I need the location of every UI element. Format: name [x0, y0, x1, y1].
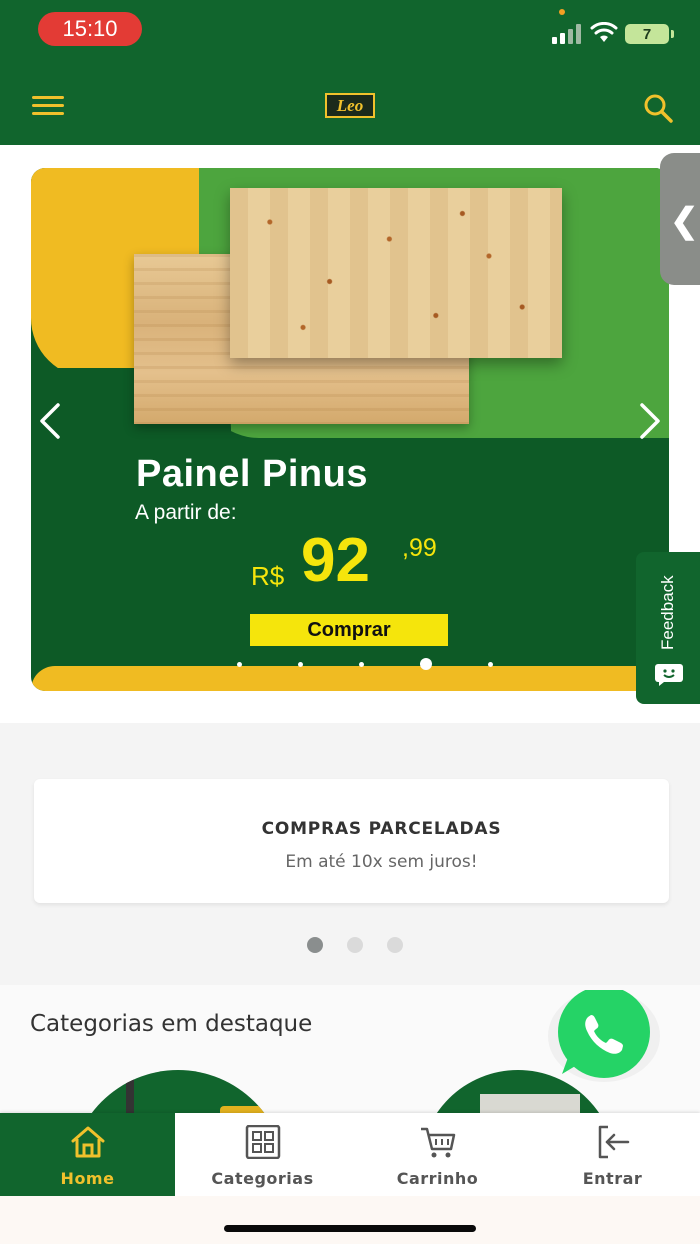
nav-home[interactable]: Home [0, 1113, 175, 1196]
feedback-label: Feedback [658, 575, 677, 651]
banner-dot-active[interactable] [420, 658, 432, 670]
banner-dot[interactable] [298, 662, 303, 667]
nav-categorias[interactable]: Categorias [175, 1113, 350, 1196]
cart-icon [420, 1127, 455, 1158]
leo-logo[interactable]: Leo [325, 93, 375, 118]
promo-dot[interactable] [387, 937, 403, 953]
home-indicator-area [0, 1196, 700, 1244]
promo-title: COMPRAS PARCELADAS [261, 819, 502, 839]
installments-promo-card[interactable]: COMPRAS PARCELADAS Em até 10x sem juros! [34, 779, 669, 903]
grid-icon [245, 1125, 280, 1159]
banner-dot[interactable] [237, 662, 242, 667]
home-indicator-bar[interactable] [224, 1225, 476, 1232]
banner-title: Painel Pinus [136, 453, 368, 495]
battery-indicator: 7 [625, 24, 674, 44]
whatsapp-icon[interactable] [548, 990, 660, 1082]
feedback-smile-icon [655, 664, 683, 686]
app-header: 15:10 7 Leo [0, 0, 700, 145]
wifi-icon [590, 22, 618, 42]
status-indicator-dot [559, 9, 565, 15]
cellular-signal-icon [552, 24, 581, 44]
login-icon [598, 1125, 629, 1159]
chevron-right-icon[interactable] [634, 401, 664, 441]
search-icon[interactable] [642, 92, 674, 124]
nav-home-label: Home [60, 1169, 115, 1188]
status-time: 15:10 [38, 12, 142, 46]
bottom-navigation: Home Categorias Carrinho Entrar [0, 1113, 700, 1196]
comprar-button[interactable]: Comprar [250, 614, 448, 646]
home-icon [71, 1126, 104, 1158]
banner-subtitle: A partir de: [135, 501, 237, 524]
price-integer: 92 [301, 526, 370, 595]
promo-dot[interactable] [347, 937, 363, 953]
nav-entrar-label: Entrar [582, 1169, 643, 1188]
nav-categorias-label: Categorias [211, 1169, 314, 1188]
banner-dot[interactable] [488, 662, 493, 667]
section-heading: Categorias em destaque [30, 1011, 313, 1037]
nav-carrinho-label: Carrinho [396, 1169, 479, 1188]
banner-dot[interactable] [359, 662, 364, 667]
chevron-left-icon[interactable] [36, 401, 66, 441]
nav-entrar[interactable]: Entrar [525, 1113, 700, 1196]
promo-dot-active[interactable] [307, 937, 323, 953]
price-cents: ,99 [402, 534, 437, 562]
hamburger-menu-icon[interactable] [32, 96, 64, 116]
chevron-left-icon: ❮ [670, 202, 699, 240]
banner-carousel-section: Painel Pinus A partir de: R$ 92 ,99 Comp… [0, 145, 700, 723]
feedback-tab[interactable]: Feedback [636, 552, 700, 704]
side-drawer-tab[interactable]: ❮ [660, 153, 700, 285]
banner-pagination [31, 658, 669, 670]
nav-carrinho[interactable]: Carrinho [350, 1113, 525, 1196]
price-currency: R$ [251, 561, 285, 591]
promo-subtitle: Em até 10x sem juros! [285, 852, 478, 872]
promo-pagination [307, 937, 403, 953]
pine-board-image-front [230, 188, 562, 358]
banner-slide[interactable]: Painel Pinus A partir de: R$ 92 ,99 Comp… [31, 168, 669, 691]
